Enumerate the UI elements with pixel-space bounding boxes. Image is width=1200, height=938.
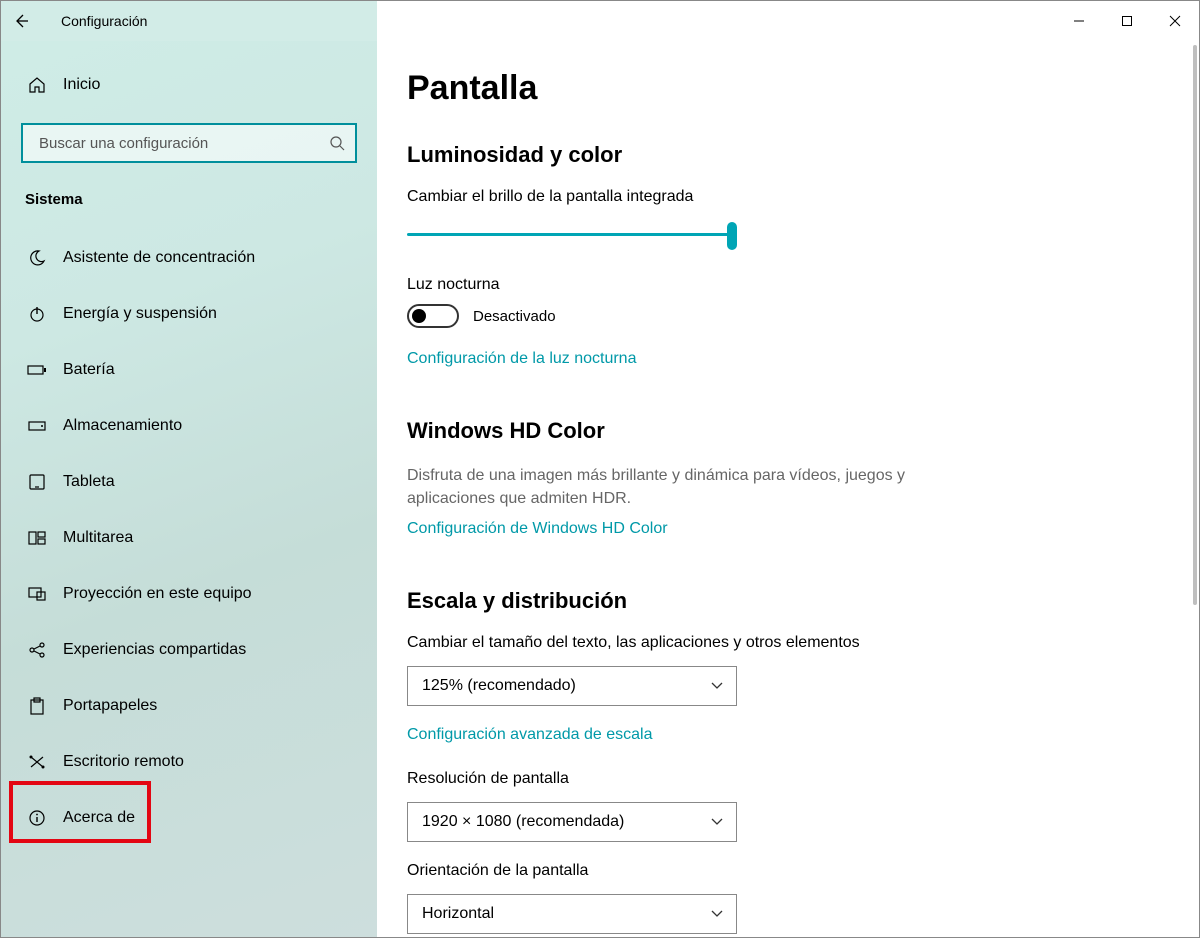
section-hd-color: Windows HD Color xyxy=(407,418,1147,444)
minimize-icon xyxy=(1073,15,1085,27)
advanced-scale-link[interactable]: Configuración avanzada de escala xyxy=(407,726,1147,744)
sidebar-item-focus-assist[interactable]: Asistente de concentración xyxy=(21,230,357,286)
maximize-button[interactable] xyxy=(1103,1,1151,41)
sidebar: Inicio Sistema Asistente de concentració… xyxy=(1,41,377,937)
clipboard-icon xyxy=(25,697,49,715)
night-light-toggle-row: Desactivado xyxy=(407,304,1147,328)
sidebar-item-label: Escritorio remoto xyxy=(63,753,184,771)
tablet-icon xyxy=(25,474,49,490)
page-title: Pantalla xyxy=(407,69,1147,108)
home-icon xyxy=(25,76,49,94)
sidebar-item-label: Multitarea xyxy=(63,529,133,547)
home-nav[interactable]: Inicio xyxy=(21,61,357,109)
settings-window: Configuración Inicio xyxy=(0,0,1200,938)
sidebar-item-label: Proyección en este equipo xyxy=(63,585,252,603)
arrow-left-icon xyxy=(13,13,29,29)
sidebar-category: Sistema xyxy=(21,191,357,208)
projection-icon xyxy=(25,586,49,602)
hd-color-settings-link[interactable]: Configuración de Windows HD Color xyxy=(407,520,1147,538)
remote-desktop-icon xyxy=(25,754,49,770)
titlebar: Configuración xyxy=(1,1,1199,41)
scale-value: 125% (recomendado) xyxy=(422,677,576,695)
sidebar-item-remote-desktop[interactable]: Escritorio remoto xyxy=(21,734,357,790)
chevron-down-icon xyxy=(710,681,724,691)
night-light-settings-link[interactable]: Configuración de la luz nocturna xyxy=(407,350,1147,368)
sidebar-item-label: Experiencias compartidas xyxy=(63,641,246,659)
brightness-slider[interactable] xyxy=(407,220,737,250)
hd-color-description: Disfruta de una imagen más brillante y d… xyxy=(407,464,907,510)
window-title: Configuración xyxy=(61,13,147,29)
sidebar-item-storage[interactable]: Almacenamiento xyxy=(21,398,357,454)
resolution-value: 1920 × 1080 (recomendada) xyxy=(422,813,624,831)
section-scale-layout: Escala y distribución xyxy=(407,588,1147,614)
main-content: Pantalla Luminosidad y color Cambiar el … xyxy=(377,41,1199,937)
chevron-down-icon xyxy=(710,817,724,827)
resolution-select[interactable]: 1920 × 1080 (recomendada) xyxy=(407,802,737,842)
resolution-label: Resolución de pantalla xyxy=(407,770,1147,788)
sidebar-item-power-sleep[interactable]: Energía y suspensión xyxy=(21,286,357,342)
slider-track xyxy=(407,233,737,236)
night-light-state: Desactivado xyxy=(473,308,556,325)
toggle-knob xyxy=(412,309,426,323)
night-light-label: Luz nocturna xyxy=(407,276,1147,294)
storage-icon xyxy=(25,419,49,433)
moon-icon xyxy=(25,249,49,267)
share-icon xyxy=(25,641,49,659)
sidebar-item-label: Asistente de concentración xyxy=(63,249,255,267)
sidebar-item-label: Tableta xyxy=(63,473,115,491)
chevron-down-icon xyxy=(710,909,724,919)
section-brightness-color: Luminosidad y color xyxy=(407,142,1147,168)
window-body: Inicio Sistema Asistente de concentració… xyxy=(1,41,1199,937)
sidebar-item-tablet[interactable]: Tableta xyxy=(21,454,357,510)
slider-thumb[interactable] xyxy=(727,222,737,250)
scale-select[interactable]: 125% (recomendado) xyxy=(407,666,737,706)
power-icon xyxy=(25,305,49,323)
back-button[interactable] xyxy=(1,1,41,41)
sidebar-nav: Asistente de concentración Energía y sus… xyxy=(21,230,357,846)
multitask-icon xyxy=(25,531,49,545)
sidebar-item-label: Almacenamiento xyxy=(63,417,182,435)
search-box[interactable] xyxy=(21,123,357,163)
close-icon xyxy=(1169,15,1181,27)
scrollbar[interactable] xyxy=(1193,45,1197,605)
night-light-toggle[interactable] xyxy=(407,304,459,328)
sidebar-item-label: Portapapeles xyxy=(63,697,157,715)
battery-icon xyxy=(25,363,49,377)
sidebar-item-projection[interactable]: Proyección en este equipo xyxy=(21,566,357,622)
minimize-button[interactable] xyxy=(1055,1,1103,41)
sidebar-item-shared-experiences[interactable]: Experiencias compartidas xyxy=(21,622,357,678)
maximize-icon xyxy=(1121,15,1133,27)
close-button[interactable] xyxy=(1151,1,1199,41)
sidebar-item-label: Batería xyxy=(63,361,115,379)
info-icon xyxy=(25,809,49,827)
window-controls xyxy=(1055,1,1199,41)
orientation-select[interactable]: Horizontal xyxy=(407,894,737,934)
orientation-value: Horizontal xyxy=(422,905,494,923)
home-label: Inicio xyxy=(63,76,100,94)
sidebar-item-about[interactable]: Acerca de xyxy=(21,790,357,846)
sidebar-item-battery[interactable]: Batería xyxy=(21,342,357,398)
scale-label: Cambiar el tamaño del texto, las aplicac… xyxy=(407,634,1147,652)
sidebar-item-label: Acerca de xyxy=(63,809,135,827)
sidebar-item-clipboard[interactable]: Portapapeles xyxy=(21,678,357,734)
brightness-label: Cambiar el brillo de la pantalla integra… xyxy=(407,188,1147,206)
sidebar-item-label: Energía y suspensión xyxy=(63,305,217,323)
search-input[interactable] xyxy=(37,134,327,153)
search-icon xyxy=(327,135,347,151)
sidebar-item-multitask[interactable]: Multitarea xyxy=(21,510,357,566)
orientation-label: Orientación de la pantalla xyxy=(407,862,1147,880)
